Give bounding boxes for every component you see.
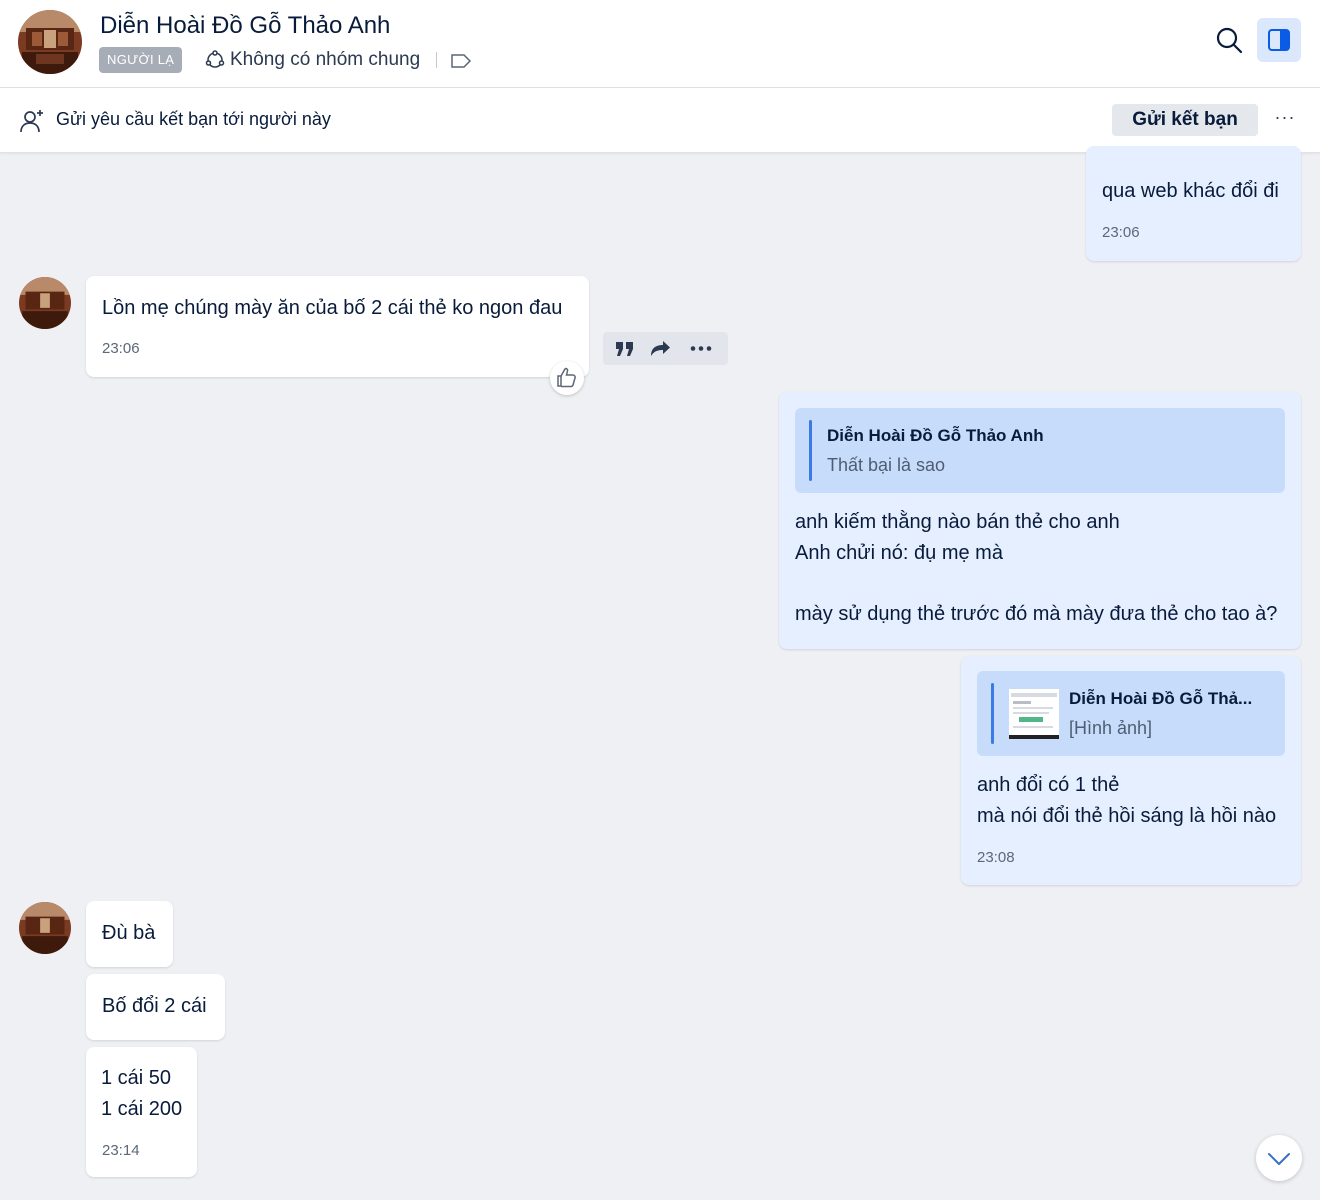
chevron-down-icon: [1268, 1153, 1290, 1165]
quote-sender-name: Diễn Hoài Đồ Gỗ Thảo Anh: [827, 426, 1044, 445]
message-line: mày sử dụng thẻ trước đó mà mày đưa thẻ …: [795, 603, 1278, 625]
message-bubble-incoming[interactable]: Đù bà: [86, 901, 173, 967]
chat-header: Diễn Hoài Đồ Gỗ Thảo Anh NGƯỜI LẠ Không …: [0, 0, 1320, 88]
message-bubble-outgoing[interactable]: qua web khác đổi đi 23:06: [1086, 146, 1301, 261]
quote-accent-bar: [991, 683, 994, 744]
sender-avatar[interactable]: [19, 902, 71, 954]
header-divider: [436, 52, 437, 68]
message-time: 23:14: [102, 1142, 140, 1159]
add-friend-icon: [18, 107, 46, 135]
quote-icon: [616, 342, 633, 356]
message-bubble-outgoing[interactable]: Diễn Hoài Đồ Gỗ Thả... [Hình ảnh] anh đổ…: [961, 656, 1301, 885]
friend-request-bar: Gửi yêu cầu kết bạn tới người này Gửi kế…: [0, 88, 1320, 153]
contact-name[interactable]: Diễn Hoài Đồ Gỗ Thảo Anh: [100, 12, 390, 40]
scroll-to-bottom-button[interactable]: [1256, 1135, 1302, 1181]
panel-toggle-icon: [1268, 29, 1290, 51]
message-text: Đù bà: [102, 922, 156, 944]
message-bubble-incoming[interactable]: Lồn mẹ chúng mày ăn của bố 2 cái thẻ ko …: [86, 276, 589, 377]
message-bubble-incoming[interactable]: 1 cái 50 1 cái 200 23:14: [86, 1047, 197, 1177]
message-line: anh đổi có 1 thẻ: [977, 774, 1120, 796]
forward-icon: [651, 341, 670, 356]
message-line: mà nói đổi thẻ hồi sáng là hồi nào: [977, 805, 1277, 827]
common-groups-label[interactable]: Không có nhóm chung: [230, 49, 420, 71]
message-time: 23:08: [977, 849, 1015, 866]
tag-icon[interactable]: [449, 51, 473, 71]
message-text: Bố đổi 2 cái: [102, 995, 207, 1017]
quote-text: [Hình ảnh]: [1069, 718, 1153, 738]
message-bubble-outgoing[interactable]: Diễn Hoài Đồ Gỗ Thảo Anh Thất bại là sao…: [779, 392, 1301, 649]
group-icon: [204, 49, 226, 71]
message-line: 1 cái 50: [101, 1067, 172, 1089]
sender-avatar[interactable]: [19, 277, 71, 329]
quote-text: Thất bại là sao: [827, 455, 946, 475]
message-bubble-incoming[interactable]: Bố đổi 2 cái: [86, 974, 225, 1040]
message-line: anh kiếm thằng nào bán thẻ cho anh: [795, 511, 1120, 533]
contact-avatar[interactable]: [18, 10, 82, 74]
quote-sender-name: Diễn Hoài Đồ Gỗ Thả...: [1069, 689, 1253, 708]
quote-accent-bar: [809, 420, 812, 481]
search-icon[interactable]: [1213, 24, 1245, 56]
message-actions: [603, 332, 728, 365]
message-text: qua web khác đổi đi: [1102, 180, 1279, 202]
message-time: 23:06: [102, 340, 140, 357]
more-options-button[interactable]: ···: [1270, 104, 1300, 134]
message-line: Anh chửi nó: đụ mẹ mà: [795, 542, 1003, 564]
thumbs-up-icon: [557, 367, 576, 388]
message-line: 1 cái 200: [101, 1098, 183, 1120]
panel-toggle-button[interactable]: [1257, 18, 1301, 62]
send-friend-request-button[interactable]: Gửi kết bạn: [1112, 104, 1258, 136]
quote-image-thumbnail: [1009, 689, 1059, 739]
stranger-badge: NGƯỜI LẠ: [99, 47, 183, 73]
friend-request-text: Gửi yêu cầu kết bạn tới người này: [56, 109, 331, 129]
quoted-message[interactable]: Diễn Hoài Đồ Gỗ Thảo Anh Thất bại là sao: [795, 408, 1285, 493]
message-text: Lồn mẹ chúng mày ăn của bố 2 cái thẻ ko …: [102, 297, 563, 319]
react-button[interactable]: [550, 361, 584, 395]
more-icon: [690, 346, 712, 351]
quoted-message[interactable]: Diễn Hoài Đồ Gỗ Thả... [Hình ảnh]: [977, 671, 1285, 756]
message-time: 23:06: [1102, 224, 1140, 241]
message-actions-icons: [616, 341, 712, 356]
